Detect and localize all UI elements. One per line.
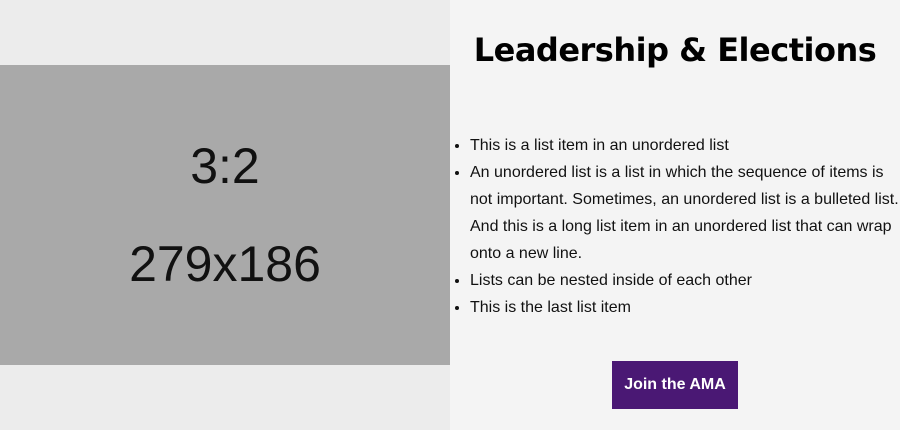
list-item: This is a list item in an unordered list (470, 132, 900, 159)
placeholder-ratio-label: 3:2 (190, 138, 260, 194)
section-title: Leadership & Elections (473, 31, 877, 69)
placeholder-size-label: 279x186 (129, 236, 321, 292)
placeholder-image: 3:2 279x186 (0, 65, 450, 365)
join-ama-button[interactable]: Join the AMA (612, 361, 738, 409)
content-pane: Leadership & Elections This is a list it… (450, 0, 900, 430)
media-pane: 3:2 279x186 (0, 0, 450, 430)
list-item: This is the last list item (470, 294, 900, 321)
bullet-list: This is a list item in an unordered list… (450, 132, 900, 321)
list-item: An unordered list is a list in which the… (470, 159, 900, 267)
list-item: Lists can be nested inside of each other (470, 267, 900, 294)
